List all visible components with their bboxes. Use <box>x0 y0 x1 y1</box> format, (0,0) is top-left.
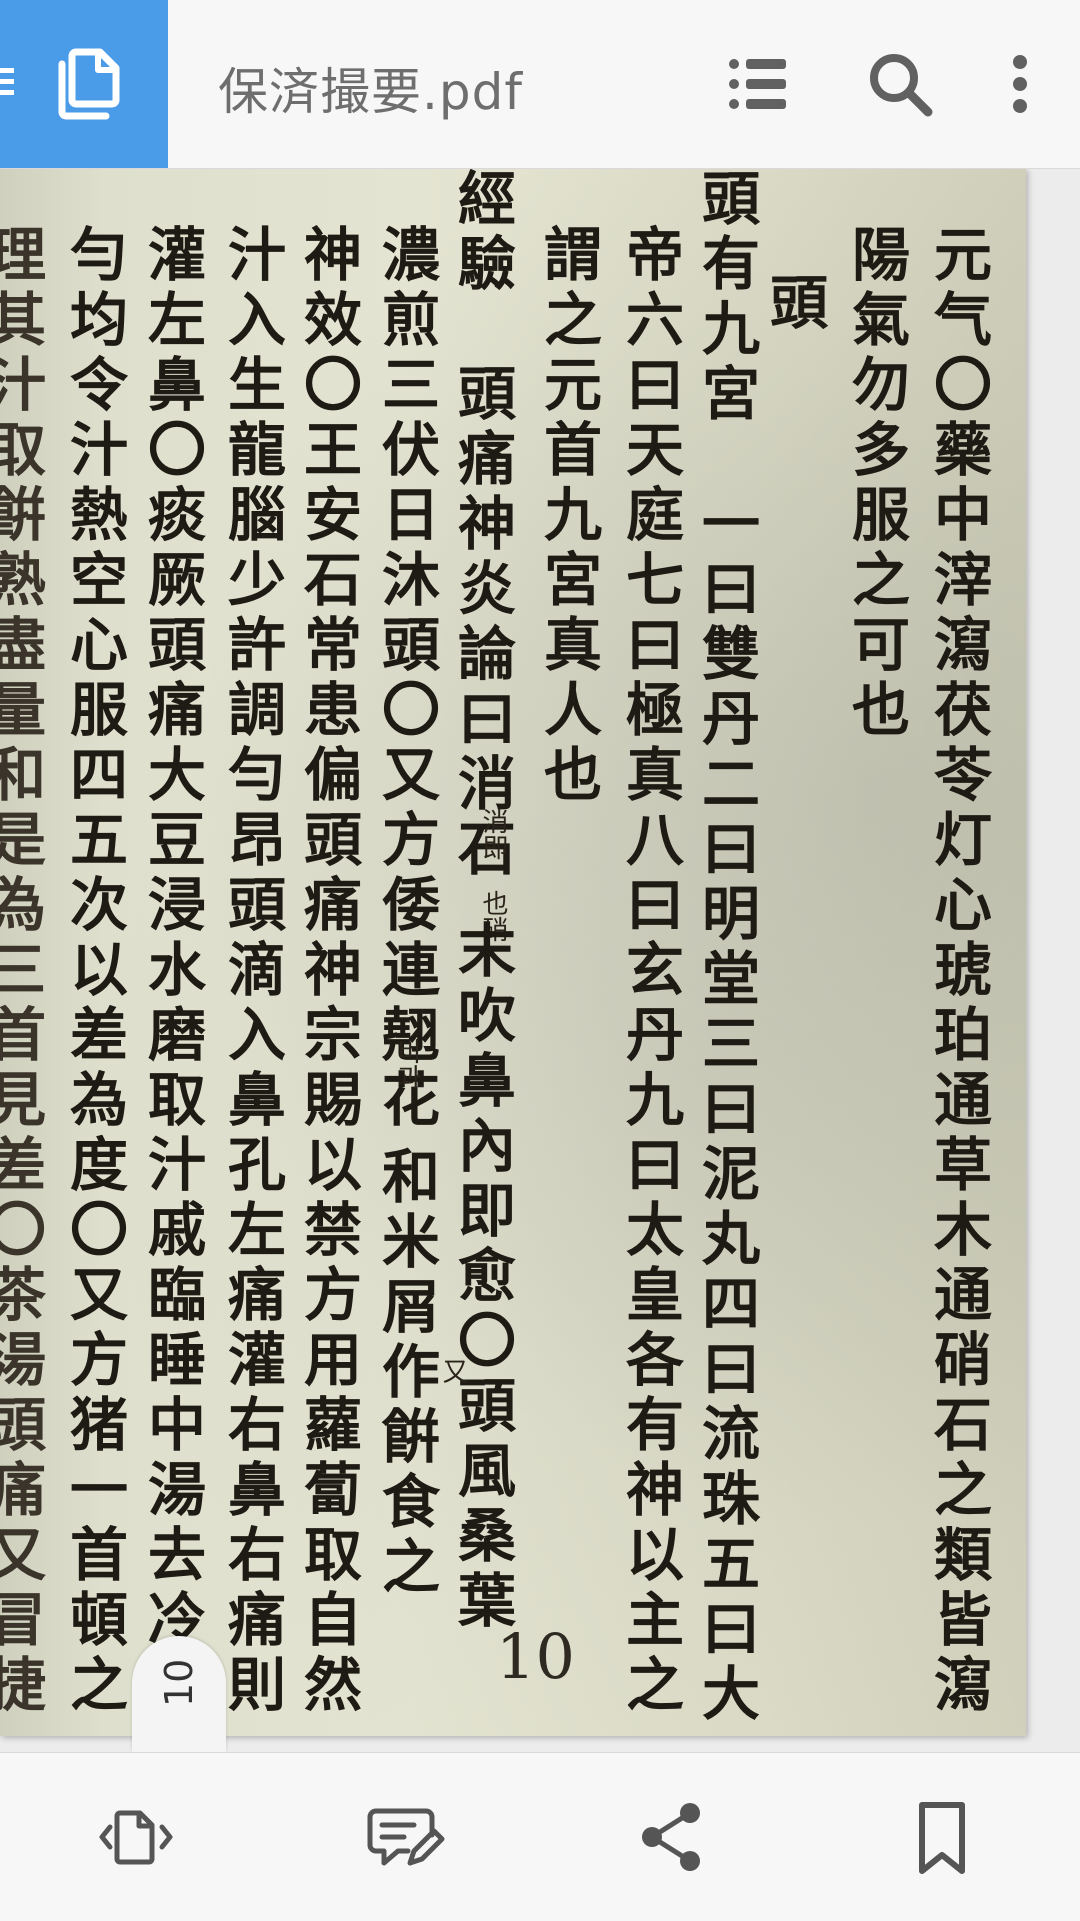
text-column: 謂之元首九宮真人也 <box>534 224 602 809</box>
text-column: 末吹鼻內即愈〇頭風桑葉 <box>448 920 516 1635</box>
interlinear-note: 비과 <box>392 1038 422 1090</box>
document-mode-button[interactable] <box>0 0 168 168</box>
text-column: 陽氣勿多服之可也 <box>842 224 910 744</box>
more-vert-icon[interactable] <box>998 46 1042 122</box>
text-column: 頭 <box>760 272 828 337</box>
copy-document-icon[interactable] <box>52 48 122 120</box>
comment-edit-icon[interactable] <box>366 1797 446 1877</box>
text-column: 汁入生龍腦少許調勻昂頭滴入鼻孔左痛灌右鼻右痛則 <box>218 224 286 1719</box>
text-column: 頭有九宮 一曰雙丹二曰明堂三曰泥丸四曰流珠五曰大 <box>692 168 760 1728</box>
menu-icon[interactable] <box>0 62 28 102</box>
bottom-toolbar <box>0 1752 1080 1921</box>
app-bar: 保済撮要.pdf <box>0 0 1080 169</box>
page-indicator-tab[interactable]: 10 <box>132 1636 226 1752</box>
share-icon[interactable] <box>632 1797 712 1877</box>
text-column: 神效〇王安石常患偏頭痛神宗賜以禁方用蘿蔔取自然 <box>294 224 362 1719</box>
document-title: 保済撮要.pdf <box>218 63 523 121</box>
text-column: 勻均令汁熱空心服四五次以差為度〇又方猪一首頓之 <box>60 224 128 1719</box>
text-column: 濃煎三伏日沐頭〇又方倭連翹花 <box>372 224 440 1134</box>
page-indicator-label: 10 <box>157 1658 201 1707</box>
text-column: 和米屑作餠食之 <box>372 1146 440 1601</box>
text-column: 理其汁取餠熟盡量和是為三首見差〇茶湯頭痛又冒捷 <box>0 224 46 1719</box>
text-column: 元气〇藥中滓瀉茯苓灯心琥珀通草木通硝石之類皆瀉 <box>924 224 992 1719</box>
search-icon[interactable] <box>862 46 938 122</box>
text-column: 帝六曰天庭七曰極真八曰玄丹九曰太皇各有神以主之 <box>616 224 684 1719</box>
text-column: 灌左鼻〇痰厥頭痛大豆浸水磨取汁戚臨睡中湯去冷氣 <box>138 224 206 1719</box>
printed-page-number: 10 <box>496 1620 575 1693</box>
list-icon[interactable] <box>720 46 796 122</box>
bookmark-icon[interactable] <box>902 1797 982 1877</box>
pdf-page: 元气〇藥中滓瀉茯苓灯心琥珀通草木通硝石之類皆瀉 陽氣勿多服之可也 頭 頭有九宮 … <box>0 168 1026 1736</box>
interlinear-note: 又 <box>438 1358 468 1384</box>
pdf-viewer[interactable]: 元气〇藥中滓瀉茯苓灯心琥珀通草木通硝石之類皆瀉 陽氣勿多服之可也 頭 頭有九宮 … <box>0 168 1080 1752</box>
text-column: 經驗 頭痛神炎論曰消石 <box>448 168 516 883</box>
page-navigate-icon[interactable] <box>96 1797 176 1877</box>
